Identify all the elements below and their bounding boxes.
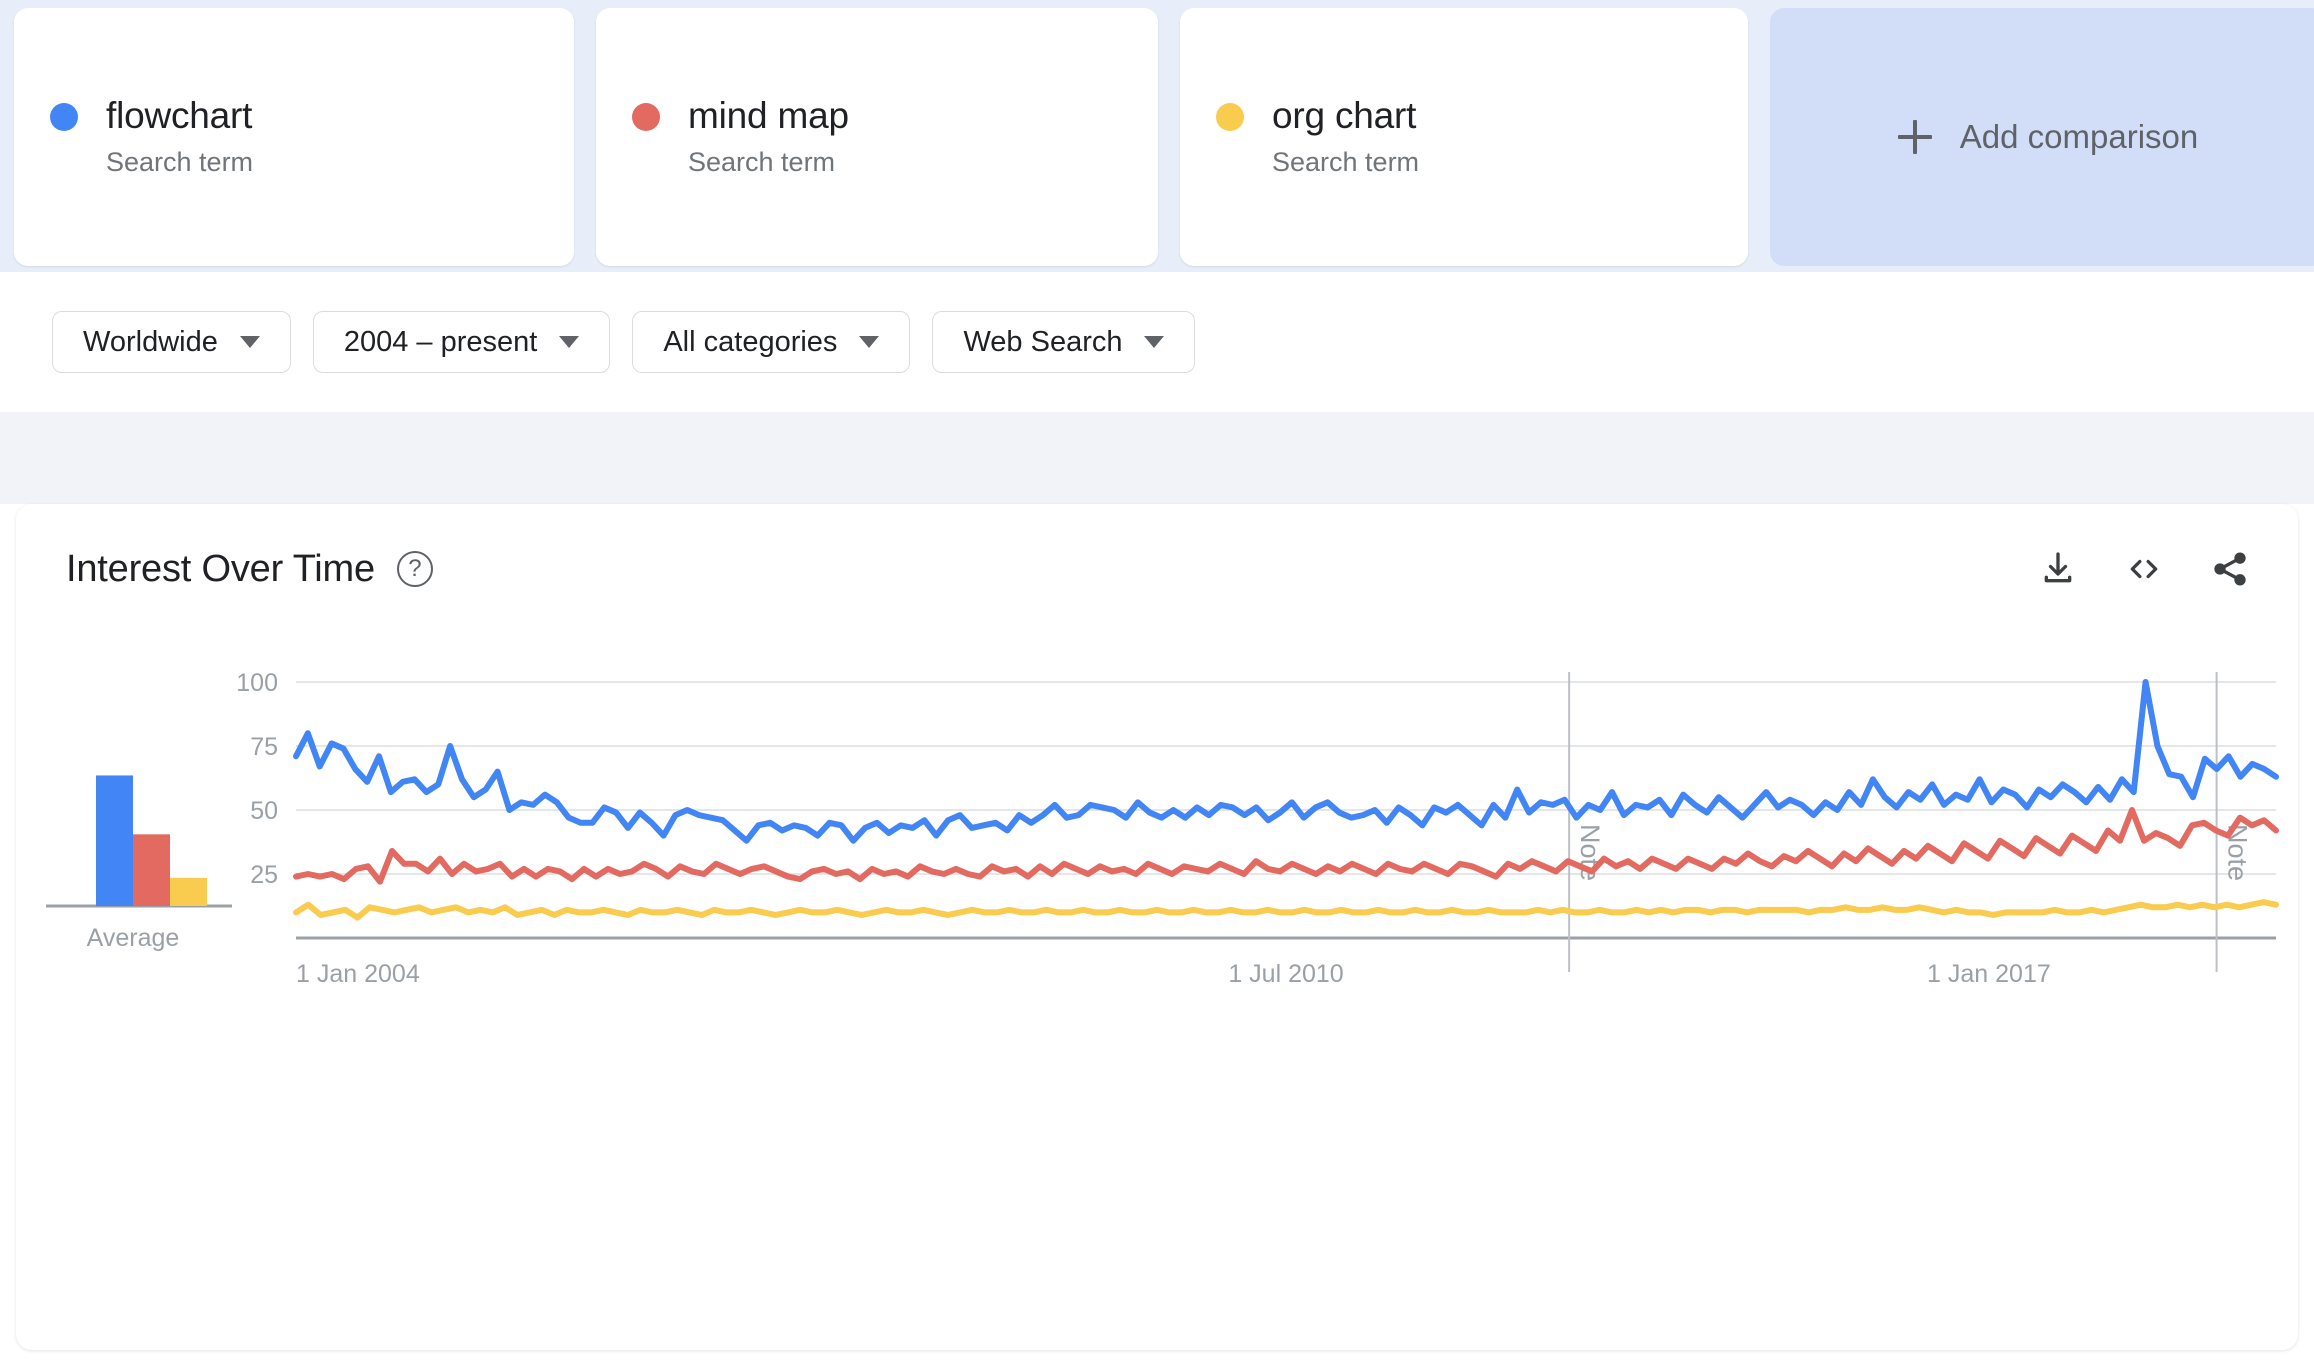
series-color-dot-org-chart (1216, 102, 1244, 131)
filter-time-range-label: 2004 – present (343, 325, 538, 358)
share-icon[interactable] (2208, 547, 2252, 591)
series-color-dot-flowchart (50, 102, 78, 131)
section-divider (0, 412, 2314, 504)
filter-location[interactable]: Worldwide (52, 311, 291, 373)
page-title: Interest Over Time (66, 547, 375, 590)
series-line-flowchart (293, 679, 2279, 844)
add-comparison-button[interactable]: Add comparison (1770, 8, 2314, 266)
download-icon[interactable] (2036, 547, 2080, 591)
term-card-flowchart[interactable]: flowchart Search term (14, 8, 574, 266)
term-subtitle: Search term (106, 146, 254, 177)
average-axis-label: Average (87, 924, 180, 952)
plus-icon (1897, 120, 1932, 154)
y-tick-label: 100 (236, 669, 278, 697)
average-bar (133, 834, 170, 906)
term-row: org chart (1216, 95, 1748, 137)
chart-plot-area: Average 25 50 75 100 Note Note 1 Jan 2004 1 Jul … (16, 634, 2298, 1350)
average-bar (96, 775, 133, 906)
term-name: flowchart (106, 95, 253, 137)
google-trends-page: flowchart Search term mind map Search te… (0, 0, 2314, 1368)
series-line-org-chart (293, 899, 2279, 921)
term-row: mind map (632, 95, 1158, 137)
filter-bar: Worldwide 2004 – present All categories … (0, 272, 2314, 412)
filter-search-type[interactable]: Web Search (932, 311, 1196, 373)
term-subtitle: Search term (1272, 146, 1420, 177)
term-name: org chart (1272, 95, 1417, 137)
search-terms-strip: flowchart Search term mind map Search te… (0, 0, 2314, 272)
y-tick-label: 25 (250, 861, 278, 889)
filter-location-label: Worldwide (83, 325, 218, 358)
filter-search-type-label: Web Search (963, 325, 1123, 358)
term-card-mind-map[interactable]: mind map Search term (596, 8, 1158, 266)
average-bar (170, 877, 207, 906)
x-tick-label: 1 Jan 2004 (296, 960, 420, 988)
filter-category[interactable]: All categories (632, 311, 911, 373)
chevron-down-icon (1144, 336, 1165, 348)
x-tick-label: 1 Jul 2010 (1228, 960, 1343, 988)
chevron-down-icon (859, 336, 880, 348)
interest-over-time-chart[interactable]: Average255075100Note Note1 Jan 2004 1 Jul … (16, 634, 2298, 1350)
x-tick-label: 1 Jan 2017 (1927, 960, 2051, 988)
filter-category-label: All categories (663, 325, 838, 358)
term-row: flowchart (50, 95, 574, 137)
chevron-down-icon (239, 336, 260, 348)
filter-time-range[interactable]: 2004 – present (312, 311, 611, 373)
term-subtitle: Search term (688, 146, 836, 177)
term-card-org-chart[interactable]: org chart Search term (1180, 8, 1748, 266)
card-actions (2036, 547, 2252, 591)
chevron-down-icon (559, 336, 580, 348)
interest-over-time-card: Interest Over Time ? Average 25 50 75 10… (16, 504, 2298, 1350)
y-tick-label: 75 (250, 733, 278, 761)
y-tick-label: 50 (250, 797, 278, 825)
title-wrap: Interest Over Time ? (66, 548, 433, 591)
help-circle-icon[interactable]: ? (396, 551, 433, 587)
add-comparison-label: Add comparison (1959, 118, 2199, 155)
embed-code-icon[interactable] (2122, 547, 2166, 591)
term-name: mind map (688, 95, 849, 137)
series-color-dot-mind-map (632, 102, 660, 131)
card-header: Interest Over Time ? (16, 504, 2298, 634)
